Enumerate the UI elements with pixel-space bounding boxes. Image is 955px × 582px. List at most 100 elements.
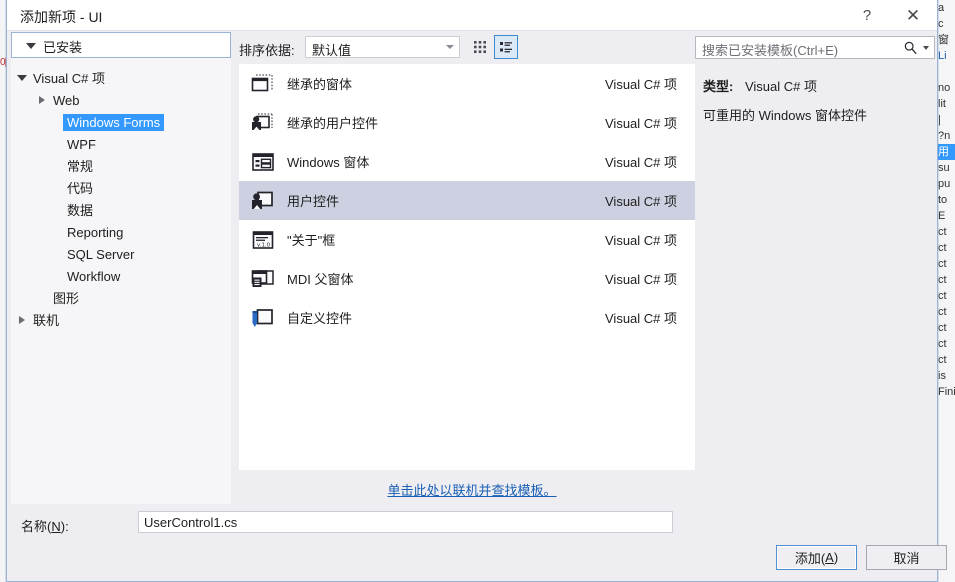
template-type-label: 类型:	[703, 79, 734, 94]
list-view-icon[interactable]	[494, 35, 518, 59]
name-input[interactable]	[138, 511, 673, 533]
template-name: "关于"框	[287, 233, 336, 248]
solution-explorer-line: c	[938, 18, 944, 30]
tree-node[interactable]: 图形	[11, 287, 231, 309]
tree-node-label: 图形	[53, 290, 80, 306]
solution-explorer-line: ct	[938, 338, 947, 350]
dialog-footer: 添加(A) 取消	[7, 542, 947, 582]
tree-node-label: Web	[53, 92, 80, 108]
name-field-label: 名称(N):	[21, 519, 69, 534]
solution-explorer-line: a	[938, 2, 945, 14]
solution-explorer-line: |	[938, 114, 941, 126]
tree-node-label: 数据	[67, 202, 94, 218]
inherited-form-icon	[239, 71, 287, 97]
solution-explorer-line: is	[938, 370, 946, 382]
tree-node[interactable]: SQL Server	[11, 243, 231, 265]
template-category: Visual C# 项	[605, 194, 678, 209]
search-chevron-down-icon[interactable]	[923, 46, 929, 50]
solution-explorer-line: E	[938, 210, 946, 222]
tree-node[interactable]: Visual C# 项	[11, 67, 231, 89]
online-templates-area: 单击此处以联机并查找模板。	[239, 470, 705, 508]
template-category: Visual C# 项	[605, 272, 678, 287]
custom-control-icon	[239, 305, 287, 331]
find-online-templates-link[interactable]: 单击此处以联机并查找模板。	[387, 480, 556, 499]
tree-node-label: WPF	[67, 136, 96, 152]
tree-node[interactable]: WPF	[11, 133, 231, 155]
tree-node-label: Windows Forms	[63, 113, 165, 131]
solution-explorer-line: pu	[938, 178, 951, 190]
tree-node[interactable]: Workflow	[11, 265, 231, 287]
sort-by-label: 排序依据:	[239, 43, 295, 58]
search-icon	[903, 40, 918, 58]
inherited-user-control-icon	[239, 110, 287, 136]
tree-node-label: 联机	[33, 312, 60, 328]
expand-triangle-icon[interactable]	[35, 96, 49, 104]
windows-form-icon	[239, 149, 287, 175]
template-type-value: Visual C# 项	[744, 79, 817, 94]
close-icon[interactable]: ✕	[891, 0, 935, 31]
sort-by-value: 默认值	[312, 43, 352, 58]
tree-node[interactable]: 常规	[11, 155, 231, 177]
template-list-item[interactable]: 继承的用户控件 Visual C# 项	[239, 103, 705, 142]
add-new-item-dialog: 添加新项 - UI ? ✕ 排序依据: 默认值 搜索已安装模板(Ctrl+E) …	[6, 0, 947, 582]
collapse-triangle-icon[interactable]	[15, 75, 29, 81]
tiles-view-icon[interactable]	[468, 35, 492, 59]
name-field-row: 名称(N):	[7, 508, 939, 542]
template-name: MDI 父窗体	[287, 272, 354, 287]
template-list-item[interactable]: 继承的窗体 Visual C# 项	[239, 64, 705, 103]
chevron-down-icon	[446, 45, 454, 49]
tree-node[interactable]: Web	[11, 89, 231, 111]
template-category: Visual C# 项	[605, 77, 678, 92]
solution-explorer-line: su	[938, 162, 950, 174]
solution-explorer-line: ct	[938, 226, 947, 238]
solution-explorer-line: ct	[938, 242, 947, 254]
expand-triangle-icon[interactable]	[15, 316, 29, 324]
template-list-item[interactable]: 用户控件 Visual C# 项	[239, 181, 705, 220]
tree-header-label: 已安装	[43, 40, 83, 55]
template-category: Visual C# 项	[605, 155, 678, 170]
template-name: 继承的用户控件	[287, 116, 379, 131]
solution-explorer-line: 用	[936, 144, 955, 160]
template-list[interactable]: 继承的窗体 Visual C# 项继承的用户控件 Visual C# 项 Window…	[239, 64, 705, 470]
template-name: 自定义控件	[287, 311, 353, 326]
solution-explorer-line: lit	[938, 98, 946, 110]
solution-explorer-line: ct	[938, 322, 947, 334]
template-list-item[interactable]: Windows 窗体 Visual C# 项	[239, 142, 705, 181]
template-category: Visual C# 项	[605, 233, 678, 248]
template-list-item[interactable]: 自定义控件 Visual C# 项	[239, 298, 705, 337]
tree-node-list: Visual C# 项 Web Windows Forms WPF 常规代码数据 Repo…	[11, 58, 231, 331]
template-name: Windows 窗体	[287, 155, 370, 170]
tree-node-label: Workflow	[67, 268, 121, 284]
dialog-titlebar: 添加新项 - UI ? ✕	[7, 0, 937, 31]
solution-explorer-line: ct	[938, 258, 947, 270]
template-list-item[interactable]: v.1.0 "关于"框 Visual C# 项	[239, 220, 705, 259]
sort-by-dropdown[interactable]: 默认值	[305, 36, 460, 58]
tree-node[interactable]: Windows Forms	[11, 111, 231, 133]
user-control-icon	[239, 188, 287, 214]
tree-node[interactable]: 代码	[11, 177, 231, 199]
tree-node-label: Visual C# 项	[33, 70, 106, 86]
cancel-button[interactable]: 取消	[866, 545, 947, 570]
search-input[interactable]: 搜索已安装模板(Ctrl+E)	[695, 36, 935, 59]
solution-explorer-line: ?n	[938, 130, 951, 142]
template-list-item[interactable]: MDI 父窗体 Visual C# 项	[239, 259, 705, 298]
about-box-icon: v.1.0	[239, 227, 287, 253]
solution-explorer-line	[936, 64, 955, 80]
tree-node-label: SQL Server	[67, 246, 135, 262]
tree-node[interactable]: 联机	[11, 309, 231, 331]
template-category: Visual C# 项	[605, 116, 678, 131]
help-icon[interactable]: ?	[845, 0, 889, 31]
dialog-title: 添加新项 - UI	[20, 9, 103, 25]
tree-node[interactable]: Reporting	[11, 221, 231, 243]
solution-explorer-line: ct	[938, 306, 947, 318]
tree-header-installed[interactable]: 已安装	[11, 32, 231, 58]
tree-node[interactable]: 数据	[11, 199, 231, 221]
solution-explorer-line: to	[938, 194, 948, 206]
solution-explorer-line: Finis	[938, 386, 955, 398]
svg-text:v.1.0: v.1.0	[257, 242, 271, 248]
solution-explorer-panel[interactable]: a c 窗 Li no lit | ?n 用 su pu to Ect ct ct ct ct ct ct ct ct i…	[936, 0, 955, 582]
add-button[interactable]: 添加(A)	[776, 545, 857, 570]
solution-explorer-line: no	[938, 82, 951, 94]
solution-explorer-line: ct	[938, 274, 947, 286]
tree-node-label: 常规	[67, 158, 94, 174]
